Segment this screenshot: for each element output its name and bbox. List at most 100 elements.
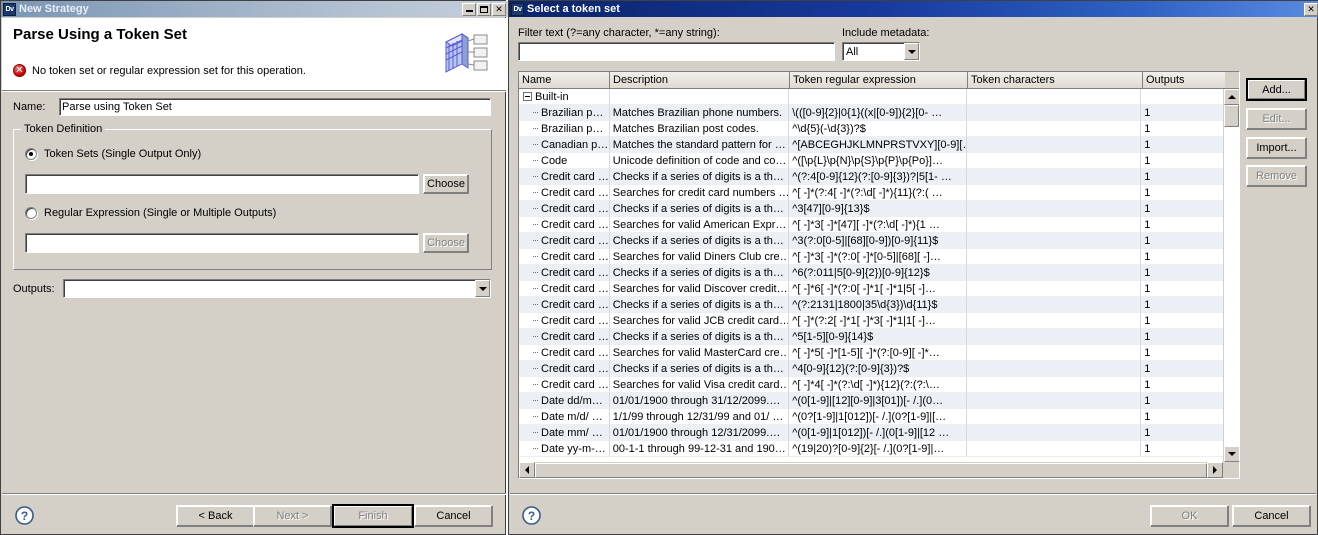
row-indent [519,185,529,200]
token-set-table[interactable]: Name Description Token regular expressio… [518,71,1240,479]
table-row[interactable]: Credit card … Searches for valid American… [519,217,1223,233]
table-row[interactable]: Credit card … Searches for credit card nu… [519,185,1223,201]
column-header-outputs[interactable]: Outputs [1143,72,1225,88]
cell-outputs: 1 [1141,345,1223,361]
table-row[interactable]: Credit card … Checks if a series of digit… [519,201,1223,217]
table-row[interactable]: Credit card … Checks if a series of digit… [519,265,1223,281]
cell-regex: ^[ -]*6[ -]*(?:0[ -]*1[ -]*1|5[ -]… [789,281,967,297]
table-group-row[interactable]: Built-in [519,89,1223,105]
cell-token-characters [966,105,1142,121]
token-sets-radio-button[interactable] [25,148,37,160]
table-row[interactable]: Credit card … Searches for valid Diners C… [519,249,1223,265]
token-sets-input[interactable] [25,174,419,194]
cell-regex: ^(0[1-9]|1[012])[- /.](0[1-9]|[12 … [789,425,967,441]
column-header-description[interactable]: Description [610,72,790,88]
cell-regex: ^([\p{L}\p{N}\p{S}\p{P}\p{Po}]… [789,153,967,169]
table-horizontal-scrollbar[interactable] [519,462,1239,478]
banner-divider [2,90,506,92]
cell-regex: ^[ -]*(?:4[ -]*(?:\d[ -]*){11}(?:( … [789,185,967,201]
cell-outputs: 1 [1141,137,1223,153]
close-button[interactable]: ✕ [492,2,506,16]
group-expander-icon[interactable] [523,92,532,101]
app-badge-icon-right: Dv [511,2,524,16]
column-header-regex[interactable]: Token regular expression [790,72,968,88]
table-row[interactable]: Credit card … Checks if a series of digit… [519,361,1223,377]
table-row[interactable]: Credit card … Checks if a series of digit… [519,233,1223,249]
cell-description: Checks if a series of digits is a th… [609,361,790,377]
import-button[interactable]: Import... [1246,137,1307,159]
maximize-button[interactable] [477,2,491,16]
remove-button: Remove [1246,165,1307,187]
table-row[interactable]: Credit card … Searches for valid Visa cre… [519,377,1223,393]
right-titlebar[interactable]: Dv Select a token set ✕ [509,1,1318,17]
tree-connector-icon [529,297,541,312]
scroll-left-button[interactable] [519,462,535,478]
close-button-right[interactable]: ✕ [1304,2,1318,16]
cell-description: Checks if a series of digits is a th… [609,265,790,281]
regex-input[interactable] [25,233,419,253]
cell-name: Canadian p… [541,138,609,151]
table-row[interactable]: Date mm/ … 01/01/1900 through 12/31/2099.… [519,425,1223,441]
regex-radio-button[interactable] [25,207,37,219]
table-vertical-scrollbar[interactable] [1223,89,1239,462]
chevron-down-icon-metadata[interactable] [904,43,919,60]
scroll-down-button[interactable] [1224,446,1239,462]
token-sets-choose-label: Choose [427,178,465,190]
table-row[interactable]: Credit card … Checks if a series of digit… [519,297,1223,313]
cell-token-characters [966,281,1142,297]
filter-input[interactable] [518,42,835,61]
table-row[interactable]: Credit card … Checks if a series of digit… [519,329,1223,345]
cell-name: Credit card … [541,186,609,199]
outputs-combo[interactable] [63,279,491,298]
name-input[interactable]: Parse using Token Set [59,98,491,116]
table-row[interactable]: Brazilian p… Matches Brazilian phone numb… [519,105,1223,121]
tree-connector-icon [529,137,541,152]
table-row[interactable]: Credit card … Checks if a series of digit… [519,169,1223,185]
help-icon-right[interactable]: ? [522,506,541,525]
metadata-combo[interactable]: All [842,42,920,61]
cancel-button-left[interactable]: Cancel [414,505,493,527]
scroll-right-button[interactable] [1207,462,1223,478]
minimize-button[interactable] [462,2,476,16]
table-row[interactable]: Canadian p… Matches the standard pattern … [519,137,1223,153]
table-row[interactable]: Date dd/m… 01/01/1900 through 31/12/2099.… [519,393,1223,409]
column-header-token-characters[interactable]: Token characters [968,72,1143,88]
cancel-button-right[interactable]: Cancel [1232,505,1311,527]
cell-outputs: 1 [1141,265,1223,281]
token-sets-choose-button[interactable]: Choose [423,174,469,194]
cell-description: Searches for valid American Expr… [609,217,790,233]
cell-description: Matches Brazilian post codes. [609,121,790,137]
table-group-cell [609,89,790,105]
column-header-name[interactable]: Name [519,72,610,88]
help-icon[interactable]: ? [15,506,34,525]
ok-button-label: OK [1181,510,1198,522]
next-button-label: Next > [276,510,309,522]
back-button-label: < Back [198,510,233,522]
table-row[interactable]: Credit card … Searches for valid Discover… [519,281,1223,297]
chevron-down-icon[interactable] [475,280,490,297]
table-row[interactable]: Brazilian p… Matches Brazilian post codes… [519,121,1223,137]
regex-radio[interactable]: Regular Expression (Single or Multiple O… [25,207,276,219]
row-indent [519,281,529,296]
tree-connector-icon [529,409,541,424]
horizontal-scroll-thumb[interactable] [535,462,1207,478]
row-indent [519,313,529,328]
table-row[interactable]: Credit card … Searches for valid JCB cred… [519,313,1223,329]
add-button[interactable]: Add... [1246,78,1307,101]
cell-description: Checks if a series of digits is a th… [609,201,790,217]
cell-outputs: 1 [1141,409,1223,425]
left-titlebar[interactable]: Dv New Strategy ✕ [1,1,509,17]
back-button[interactable]: < Back [176,505,255,527]
screen-root: Dv New Strategy ✕ Parse Using a Token Se… [0,0,1318,535]
token-sets-radio[interactable]: Token Sets (Single Output Only) [25,148,201,160]
vertical-scroll-thumb[interactable] [1224,105,1239,127]
scroll-up-button[interactable] [1224,89,1239,105]
table-row[interactable]: Code Unicode definition of code and co… ^(… [519,153,1223,169]
table-row[interactable]: Date m/d/ … 1/1/99 through 12/31/99 and 0… [519,409,1223,425]
cell-description: 1/1/99 through 12/31/99 and 01/ … [609,409,790,425]
cell-description: Checks if a series of digits is a th… [609,169,790,185]
table-row[interactable]: Credit card … Searches for valid MasterCa… [519,345,1223,361]
row-indent [519,345,529,360]
table-row[interactable]: Date yy-m-… 00-1-1 through 99-12-31 and 1… [519,441,1223,457]
cell-regex: ^3(?:0[0-5]|[68][0-9])[0-9]{11}$ [789,233,967,249]
